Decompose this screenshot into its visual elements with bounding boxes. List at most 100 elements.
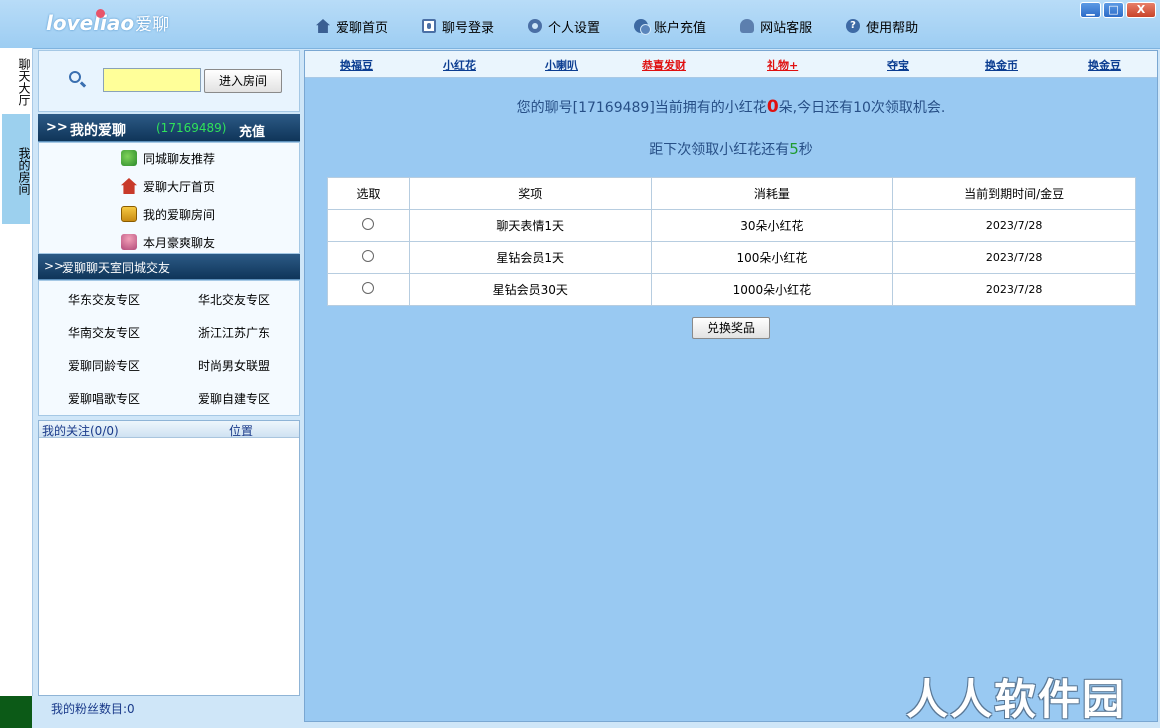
- select-cell: [327, 241, 410, 274]
- gift-icon: [121, 234, 137, 250]
- cost-cell: 100朵小红花: [650, 241, 894, 274]
- heart-icon: [96, 9, 105, 18]
- subnav-gifts[interactable]: 礼物+: [767, 57, 798, 73]
- recharge-link[interactable]: 充值: [239, 121, 265, 140]
- subnav-exchange-gold-bean[interactable]: 换金豆: [1088, 57, 1121, 73]
- search-icon: [69, 71, 81, 83]
- message-prefix: 您的聊号[17169489]当前拥有的小红花: [516, 100, 767, 116]
- service-icon: [740, 19, 755, 33]
- countdown-seconds: 5: [789, 140, 799, 158]
- fans-bar: 我的粉丝数目:0: [0, 696, 300, 728]
- home-icon: [316, 19, 330, 33]
- close-button[interactable]: X: [1126, 2, 1156, 18]
- nav-recharge[interactable]: 账户充值: [634, 16, 706, 36]
- item-cell: 星钻会员30天: [408, 273, 652, 306]
- nav-help[interactable]: ? 使用帮助: [846, 16, 918, 36]
- enter-room-button[interactable]: 进入房间: [204, 69, 282, 93]
- nav-settings[interactable]: 个人设置: [528, 16, 600, 36]
- prize-table: 选取 奖项 消耗量 当前到期时间/金豆 聊天表情1天 30朵小红花 2023/7…: [327, 177, 1136, 306]
- window-controls: ▁ □ X: [1078, 2, 1156, 18]
- nav-label: 爱聊首页: [336, 20, 389, 36]
- zone-self-built[interactable]: 爱聊自建专区: [179, 390, 289, 407]
- flower-status-message: 您的聊号[17169489]当前拥有的小红花0朵,今日还有10次领取机会.: [305, 97, 1157, 117]
- location-column[interactable]: 位置: [229, 422, 253, 439]
- tab-my-room[interactable]: 我的房间: [2, 114, 31, 224]
- exchange-prize-button[interactable]: 兑换奖品: [692, 317, 770, 339]
- sub-nav: 换福豆 小红花 小喇叭 恭喜发财 礼物+ 夺宝 换金币 换金豆: [305, 51, 1157, 78]
- nav-label: 账户充值: [654, 20, 707, 36]
- logo-text: loveliao: [46, 11, 135, 35]
- my-aliao-header: >> 我的爱聊 (17169489) 充值: [38, 114, 300, 142]
- minimize-button[interactable]: ▁: [1080, 2, 1101, 18]
- vertical-tabs: 聊天大厅 我的房间: [0, 48, 33, 696]
- user-id: (17169489): [156, 121, 227, 135]
- follow-list[interactable]: 我的关注(0/0) 位置: [38, 420, 300, 696]
- prize-radio[interactable]: [362, 218, 375, 230]
- house-icon: [121, 178, 137, 194]
- subnav-exchange-gold-coin[interactable]: 换金币: [985, 57, 1018, 73]
- help-icon: ?: [846, 19, 861, 33]
- subnav-exchange-fudou[interactable]: 换福豆: [340, 57, 373, 73]
- room-number-input[interactable]: [103, 68, 201, 92]
- nav-label: 个人设置: [548, 20, 601, 36]
- list-item-my-room[interactable]: 我的爱聊房间: [121, 203, 215, 225]
- zone-north-china[interactable]: 华北交友专区: [179, 291, 289, 308]
- title-bar: loveliao爱聊 爱聊首页 聊号登录 个人设置 账户充值 网站客服 ? 使用帮…: [0, 0, 1160, 49]
- list-item-monthly-top[interactable]: 本月豪爽聊友: [121, 231, 215, 253]
- date-cell: 2023/7/28: [892, 241, 1136, 274]
- zone-fashion-union[interactable]: 时尚男女联盟: [179, 357, 289, 374]
- section-title: 爱聊聊天室同城交友: [62, 261, 171, 275]
- main-panel: 换福豆 小红花 小喇叭 恭喜发财 礼物+ 夺宝 换金币 换金豆 您的聊号[171…: [304, 50, 1158, 722]
- zone-zhejiang-jiangsu-guangdong[interactable]: 浙江江苏广东: [179, 324, 289, 341]
- zone-singing[interactable]: 爱聊唱歌专区: [49, 390, 159, 407]
- subnav-fortune[interactable]: 恭喜发财: [642, 57, 686, 73]
- gear-icon: [528, 19, 543, 33]
- coin-icon: [634, 19, 652, 35]
- list-item-city-friends[interactable]: 同城聊友推荐: [121, 147, 215, 169]
- header-item: 奖项: [408, 177, 652, 210]
- nav-label: 使用帮助: [866, 20, 919, 36]
- nav-login[interactable]: 聊号登录: [422, 16, 494, 36]
- prize-radio[interactable]: [362, 282, 375, 294]
- fans-count: 我的粉丝数目:0: [51, 702, 135, 716]
- subnav-small-flower[interactable]: 小红花: [443, 57, 476, 73]
- notebook-icon: [121, 206, 137, 222]
- flower-count: 0: [766, 97, 779, 117]
- countdown-message: 距下次领取小红花还有5秒: [305, 139, 1157, 159]
- subnav-treasure[interactable]: 夺宝: [887, 57, 909, 73]
- top-nav: 爱聊首页 聊号登录 个人设置 账户充值 网站客服 ? 使用帮助: [316, 16, 952, 36]
- list-item-label: 本月豪爽聊友: [143, 235, 216, 250]
- nav-label: 聊号登录: [442, 20, 495, 36]
- countdown-suffix: 秒: [798, 142, 813, 158]
- left-panel: 进入房间 >> 我的爱聊 (17169489) 充值 同城聊友推荐 爱聊大厅首页…: [38, 50, 300, 696]
- tab-chat-hall[interactable]: 聊天大厅: [2, 54, 31, 110]
- header-expire: 当前到期时间/金豆: [892, 177, 1136, 210]
- zone-east-china[interactable]: 华东交友专区: [49, 291, 159, 308]
- message-suffix: 朵,今日还有10次领取机会.: [778, 100, 946, 116]
- zone-south-china[interactable]: 华南交友专区: [49, 324, 159, 341]
- header-select: 选取: [327, 177, 410, 210]
- zone-same-age[interactable]: 爱聊同龄专区: [49, 357, 159, 374]
- maximize-button[interactable]: □: [1103, 2, 1124, 18]
- cost-cell: 30朵小红花: [650, 209, 894, 242]
- app-logo: loveliao爱聊: [46, 9, 170, 40]
- friends-icon: [121, 150, 137, 166]
- nav-home[interactable]: 爱聊首页: [316, 16, 388, 36]
- table-row: 星钻会员30天 1000朵小红花 2023/7/28: [327, 273, 1136, 306]
- countdown-prefix: 距下次领取小红花还有: [649, 142, 790, 158]
- list-item-hall-home[interactable]: 爱聊大厅首页: [121, 175, 215, 197]
- subnav-small-horn[interactable]: 小喇叭: [545, 57, 578, 73]
- table-row: 聊天表情1天 30朵小红花 2023/7/28: [327, 209, 1136, 242]
- list-item-label: 我的爱聊房间: [143, 207, 216, 222]
- select-cell: [327, 209, 410, 242]
- prize-radio[interactable]: [362, 250, 375, 262]
- follow-count-column[interactable]: 我的关注(0/0): [42, 422, 119, 439]
- select-cell: [327, 273, 410, 306]
- login-icon: [422, 19, 437, 33]
- item-cell: 星钻会员1天: [408, 241, 652, 274]
- zone-list: 华东交友专区 华北交友专区 华南交友专区 浙江江苏广东 爱聊同龄专区 时尚男女联…: [38, 280, 300, 416]
- follow-list-header: 我的关注(0/0) 位置: [39, 421, 299, 438]
- table-header-row: 选取 奖项 消耗量 当前到期时间/金豆: [327, 177, 1136, 210]
- nav-service[interactable]: 网站客服: [740, 16, 812, 36]
- logo-cn: 爱聊: [135, 15, 170, 35]
